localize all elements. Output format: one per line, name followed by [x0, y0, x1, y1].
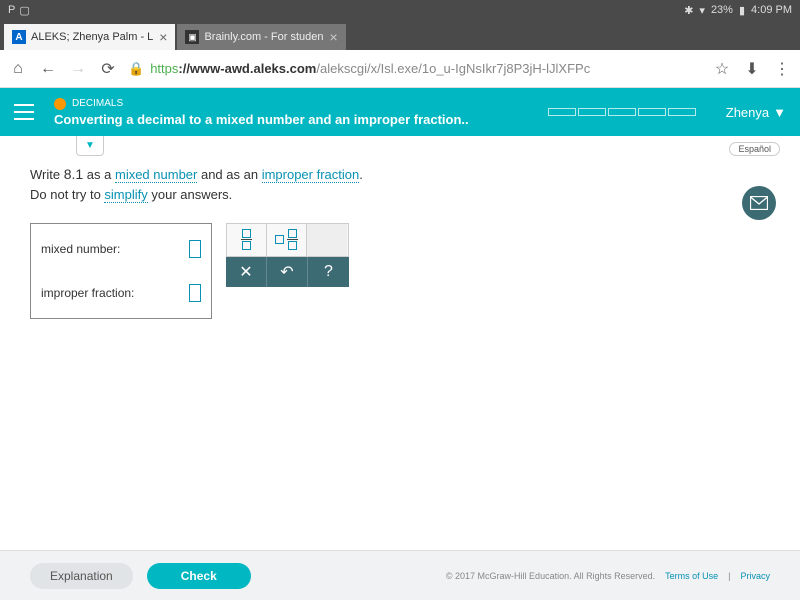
notification-icon: ▢ — [19, 4, 29, 17]
wifi-icon: ▾ — [699, 4, 705, 17]
clock: 4:09 PM — [751, 4, 792, 16]
tab-favicon: ▣ — [185, 30, 199, 44]
url-field[interactable]: 🔒 https://www-awd.aleks.com/alekscgi/x/I… — [128, 61, 702, 77]
bluetooth-icon: ✱ — [684, 4, 693, 17]
mail-button[interactable] — [742, 186, 776, 220]
user-name-label: Zhenya — [726, 105, 769, 120]
app-icon: P — [8, 4, 15, 16]
user-menu[interactable]: Zhenya ▼ — [726, 105, 786, 120]
mixed-label: mixed number: — [41, 242, 120, 256]
help-button[interactable]: ? — [308, 257, 349, 287]
simplify-link[interactable]: simplify — [104, 187, 147, 203]
copyright-text: © 2017 McGraw-Hill Education. All Rights… — [446, 571, 655, 581]
empty-tool — [307, 224, 347, 256]
home-icon[interactable]: ⌂ — [8, 59, 28, 79]
url-domain: ://www-awd.aleks.com — [178, 61, 316, 76]
battery-icon: ▮ — [739, 4, 745, 17]
privacy-link[interactable]: Privacy — [740, 571, 770, 581]
answer-box: mixed number: improper fraction: — [30, 223, 212, 319]
bookmark-icon[interactable]: ☆ — [712, 59, 732, 79]
footer-bar: Explanation Check © 2017 McGraw-Hill Edu… — [0, 550, 800, 600]
tab-favicon: A — [12, 30, 26, 44]
espanol-button[interactable]: Español — [729, 142, 780, 156]
tab-title: Brainly.com - For studen — [204, 31, 323, 43]
tab-close-icon[interactable]: × — [329, 29, 337, 45]
clear-button[interactable]: ✕ — [226, 257, 267, 287]
mixed-number-link[interactable]: mixed number — [115, 167, 197, 183]
tool-panel: ✕ ↶ ? — [226, 223, 349, 287]
improper-fraction-link[interactable]: improper fraction — [262, 167, 360, 183]
improper-fraction-input[interactable] — [189, 284, 201, 302]
chevron-down-icon: ▼ — [773, 105, 786, 120]
instruction-text: Write 8.1 as a mixed number and as an im… — [30, 164, 770, 205]
url-protocol: https — [150, 61, 178, 76]
aleks-header: DECIMALS Converting a decimal to a mixed… — [0, 88, 800, 136]
browser-tab-bar: A ALEKS; Zhenya Palm - L × ▣ Brainly.com… — [0, 20, 800, 50]
browser-url-bar: ⌂ ← → ⟳ 🔒 https://www-awd.aleks.com/alek… — [0, 50, 800, 88]
progress-bar — [548, 108, 696, 116]
tab-brainly[interactable]: ▣ Brainly.com - For studen × — [177, 24, 345, 50]
mixed-number-input[interactable] — [189, 240, 201, 258]
check-button[interactable]: Check — [147, 563, 251, 589]
topic-text: DECIMALS — [72, 98, 123, 109]
menu-icon[interactable]: ⋮ — [772, 59, 792, 79]
topic-dot-icon — [54, 98, 66, 110]
terms-link[interactable]: Terms of Use — [665, 571, 718, 581]
improper-label: improper fraction: — [41, 286, 134, 300]
android-status-bar: P ▢ ✱ ▾ 23% ▮ 4:09 PM — [0, 0, 800, 20]
topic-label: DECIMALS — [54, 98, 548, 110]
tab-close-icon[interactable]: × — [159, 29, 167, 45]
content-area: Español Write 8.1 as a mixed number and … — [0, 136, 800, 329]
mixed-number-tool[interactable] — [267, 224, 307, 256]
lesson-title: Converting a decimal to a mixed number a… — [54, 112, 548, 127]
forward-icon[interactable]: → — [68, 59, 88, 79]
undo-button[interactable]: ↶ — [267, 257, 308, 287]
lock-icon: 🔒 — [128, 61, 144, 77]
explanation-button[interactable]: Explanation — [30, 563, 133, 589]
download-icon[interactable]: ⬇ — [742, 59, 762, 79]
url-path: /alekscgi/x/Isl.exe/1o_u-IgNsIkr7j8P3jH-… — [316, 61, 590, 76]
reload-icon[interactable]: ⟳ — [98, 59, 118, 79]
battery-percent: 23% — [711, 4, 733, 16]
hamburger-icon[interactable] — [14, 104, 34, 120]
fraction-tool[interactable] — [227, 224, 267, 256]
back-icon[interactable]: ← — [38, 59, 58, 79]
tab-title: ALEKS; Zhenya Palm - L — [31, 31, 153, 43]
mail-icon — [750, 196, 768, 210]
tab-aleks[interactable]: A ALEKS; Zhenya Palm - L × — [4, 24, 175, 50]
